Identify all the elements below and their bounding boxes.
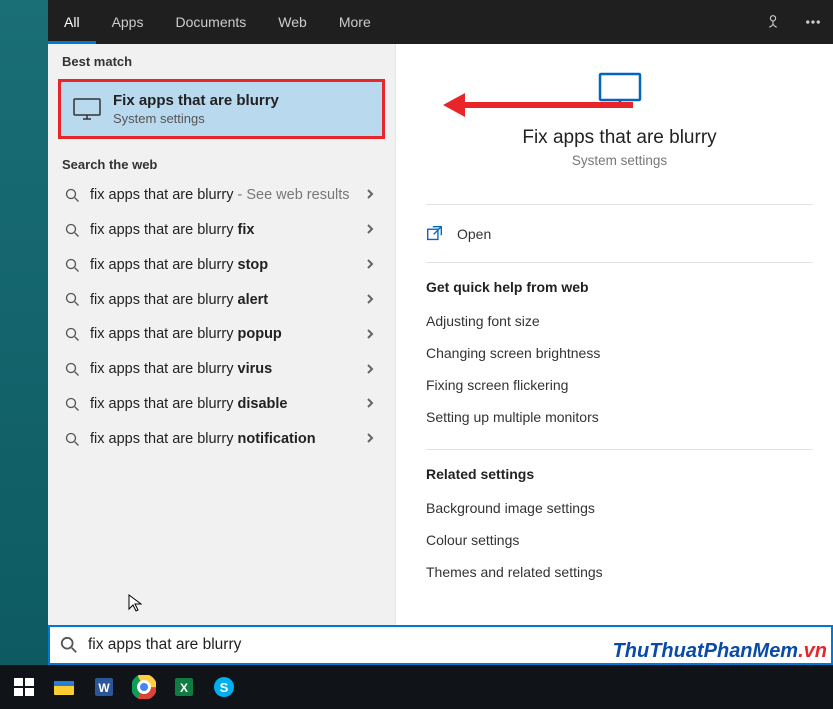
divider [426, 262, 813, 263]
search-icon [60, 636, 78, 654]
quick-help-link[interactable]: Setting up multiple monitors [426, 401, 813, 433]
search-icon [62, 362, 82, 377]
web-suggestion[interactable]: fix apps that are blurry - See web resul… [48, 178, 395, 213]
tab-all[interactable]: All [48, 0, 96, 44]
preview-pane: Fix apps that are blurry System settings… [396, 44, 833, 625]
monitor-icon [598, 95, 642, 111]
divider [426, 204, 813, 205]
web-suggestion[interactable]: fix apps that are blurry fix [48, 213, 395, 248]
chevron-right-icon[interactable] [365, 291, 381, 309]
monitor-icon [73, 98, 101, 125]
web-suggestion-text: fix apps that are blurry - See web resul… [82, 186, 365, 205]
divider [426, 449, 813, 450]
web-suggestion[interactable]: fix apps that are blurry disable [48, 387, 395, 422]
related-setting-link[interactable]: Colour settings [426, 524, 813, 556]
related-setting-link[interactable]: Background image settings [426, 492, 813, 524]
svg-text:S: S [220, 680, 229, 695]
search-tabs: All Apps Documents Web More [48, 0, 833, 44]
preview-subtitle: System settings [426, 153, 813, 168]
search-icon [62, 327, 82, 342]
search-web-header: Search the web [48, 147, 395, 178]
web-suggestion[interactable]: fix apps that are blurry notification [48, 422, 395, 457]
taskbar-app-excel[interactable]: X [164, 667, 204, 707]
tab-more[interactable]: More [323, 0, 393, 44]
web-suggestion-text: fix apps that are blurry alert [82, 291, 365, 310]
watermark-ext: .vn [798, 640, 827, 662]
related-settings-header: Related settings [426, 466, 813, 482]
web-suggestion-text: fix apps that are blurry stop [82, 256, 365, 275]
web-suggestion-text: fix apps that are blurry popup [82, 325, 365, 344]
open-label: Open [457, 226, 491, 242]
chevron-right-icon[interactable] [365, 430, 381, 448]
best-match-item[interactable]: Fix apps that are blurry System settings [58, 79, 385, 139]
quick-help-header: Get quick help from web [426, 279, 813, 295]
related-setting-link[interactable]: Themes and related settings [426, 556, 813, 588]
best-match-title: Fix apps that are blurry [113, 92, 370, 109]
quick-help-link[interactable]: Fixing screen flickering [426, 369, 813, 401]
chevron-right-icon[interactable] [365, 221, 381, 239]
search-icon [62, 397, 82, 412]
search-icon [62, 258, 82, 273]
taskbar-app-explorer[interactable] [44, 667, 84, 707]
svg-text:X: X [180, 681, 188, 695]
web-suggestion[interactable]: fix apps that are blurry popup [48, 317, 395, 352]
chevron-right-icon[interactable] [365, 395, 381, 413]
watermark: ThuThuatPhanMem.vn [613, 640, 827, 663]
taskbar-app-skype[interactable]: S [204, 667, 244, 707]
best-match-subtitle: System settings [113, 111, 370, 126]
feedback-icon[interactable] [753, 0, 793, 44]
preview-hero: Fix apps that are blurry System settings [426, 68, 813, 188]
taskbar-app-chrome[interactable] [124, 667, 164, 707]
web-suggestion-text: fix apps that are blurry notification [82, 430, 365, 449]
more-options-icon[interactable] [793, 0, 833, 44]
chevron-right-icon[interactable] [365, 326, 381, 344]
web-suggestion[interactable]: fix apps that are blurry virus [48, 352, 395, 387]
search-icon [62, 292, 82, 307]
preview-title: Fix apps that are blurry [426, 127, 813, 149]
taskbar-app-word[interactable]: W [84, 667, 124, 707]
chevron-right-icon[interactable] [365, 186, 381, 204]
cursor-icon [128, 594, 142, 617]
quick-help-link[interactable]: Adjusting font size [426, 305, 813, 337]
tab-web[interactable]: Web [262, 0, 323, 44]
search-icon [62, 188, 82, 203]
chevron-right-icon[interactable] [365, 256, 381, 274]
quick-help-link[interactable]: Changing screen brightness [426, 337, 813, 369]
tab-documents[interactable]: Documents [159, 0, 262, 44]
web-suggestions-list: fix apps that are blurry - See web resul… [48, 178, 395, 457]
search-icon [62, 432, 82, 447]
tab-more-label: More [339, 14, 371, 30]
open-icon [426, 225, 443, 242]
web-suggestion[interactable]: fix apps that are blurry stop [48, 248, 395, 283]
taskbar: W X S [0, 665, 833, 709]
start-button[interactable] [4, 667, 44, 707]
web-suggestion-text: fix apps that are blurry disable [82, 395, 365, 414]
tab-apps[interactable]: Apps [96, 0, 160, 44]
results-column: Best match Fix apps that are blurry Syst… [48, 44, 396, 625]
watermark-main: ThuThuatPhanMem [613, 640, 799, 662]
best-match-header: Best match [48, 44, 395, 75]
open-button[interactable]: Open [426, 221, 813, 246]
web-suggestion-text: fix apps that are blurry virus [82, 360, 365, 379]
search-icon [62, 223, 82, 238]
web-suggestion[interactable]: fix apps that are blurry alert [48, 283, 395, 318]
svg-text:W: W [98, 681, 110, 695]
web-suggestion-text: fix apps that are blurry fix [82, 221, 365, 240]
desktop-strip [0, 0, 48, 665]
chevron-right-icon[interactable] [365, 361, 381, 379]
search-panel: All Apps Documents Web More Best match F… [48, 0, 833, 665]
